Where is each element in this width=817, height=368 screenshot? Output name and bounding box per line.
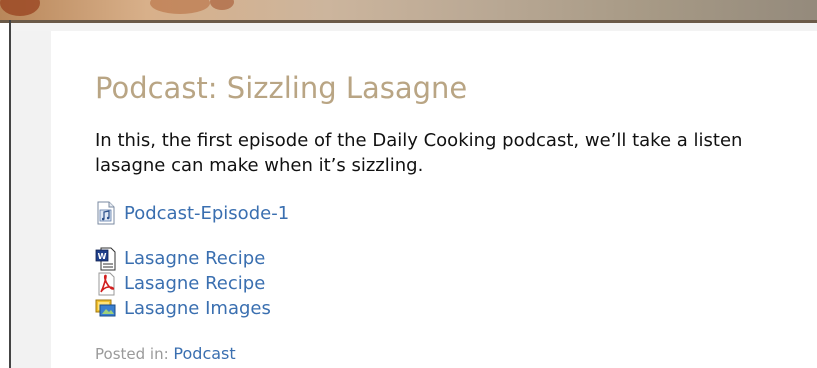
category-link[interactable]: Podcast: [173, 344, 235, 363]
pdf-document-icon: [95, 272, 117, 296]
banner-decoration: [210, 0, 234, 10]
attachment-link[interactable]: Lasagne Images: [124, 296, 271, 321]
page-frame: Podcast: Sizzling Lasagne In this, the f…: [0, 0, 817, 368]
header-banner: [0, 0, 817, 20]
attachment-link[interactable]: Lasagne Recipe: [124, 246, 265, 271]
posted-in-label: Posted in:: [95, 345, 169, 363]
attachment-item: W Lasagne Recipe: [95, 246, 817, 271]
attachment-item: Lasagne Recipe: [95, 271, 817, 296]
post-body-line: In this, the first episode of the Daily …: [95, 130, 743, 151]
content-top-shade: [10, 23, 817, 31]
post-title[interactable]: Podcast: Sizzling Lasagne: [95, 70, 817, 106]
word-document-icon: W: [95, 247, 117, 271]
attachment-item: Lasagne Images: [95, 296, 817, 321]
banner-decoration: [0, 0, 40, 16]
banner-decoration: [150, 0, 210, 14]
attachment-link[interactable]: Lasagne Recipe: [124, 271, 265, 296]
post-content: Podcast: Sizzling Lasagne In this, the f…: [95, 70, 817, 366]
episode-link[interactable]: Podcast-Episode-1: [124, 201, 289, 226]
audio-file-icon: [95, 201, 117, 225]
attachment-list: W Lasagne Recipe Lasagne Recipe Lasagne …: [95, 246, 817, 321]
post-body-line: lasagne can make when it’s sizzling.: [95, 155, 424, 176]
image-gallery-icon: [95, 297, 117, 321]
post-meta: Posted in: Podcast: [95, 341, 817, 366]
left-gutter: [11, 31, 51, 368]
episode-link-row: Podcast-Episode-1: [95, 200, 817, 226]
post-body: In this, the first episode of the Daily …: [95, 128, 817, 178]
svg-text:W: W: [98, 252, 107, 261]
